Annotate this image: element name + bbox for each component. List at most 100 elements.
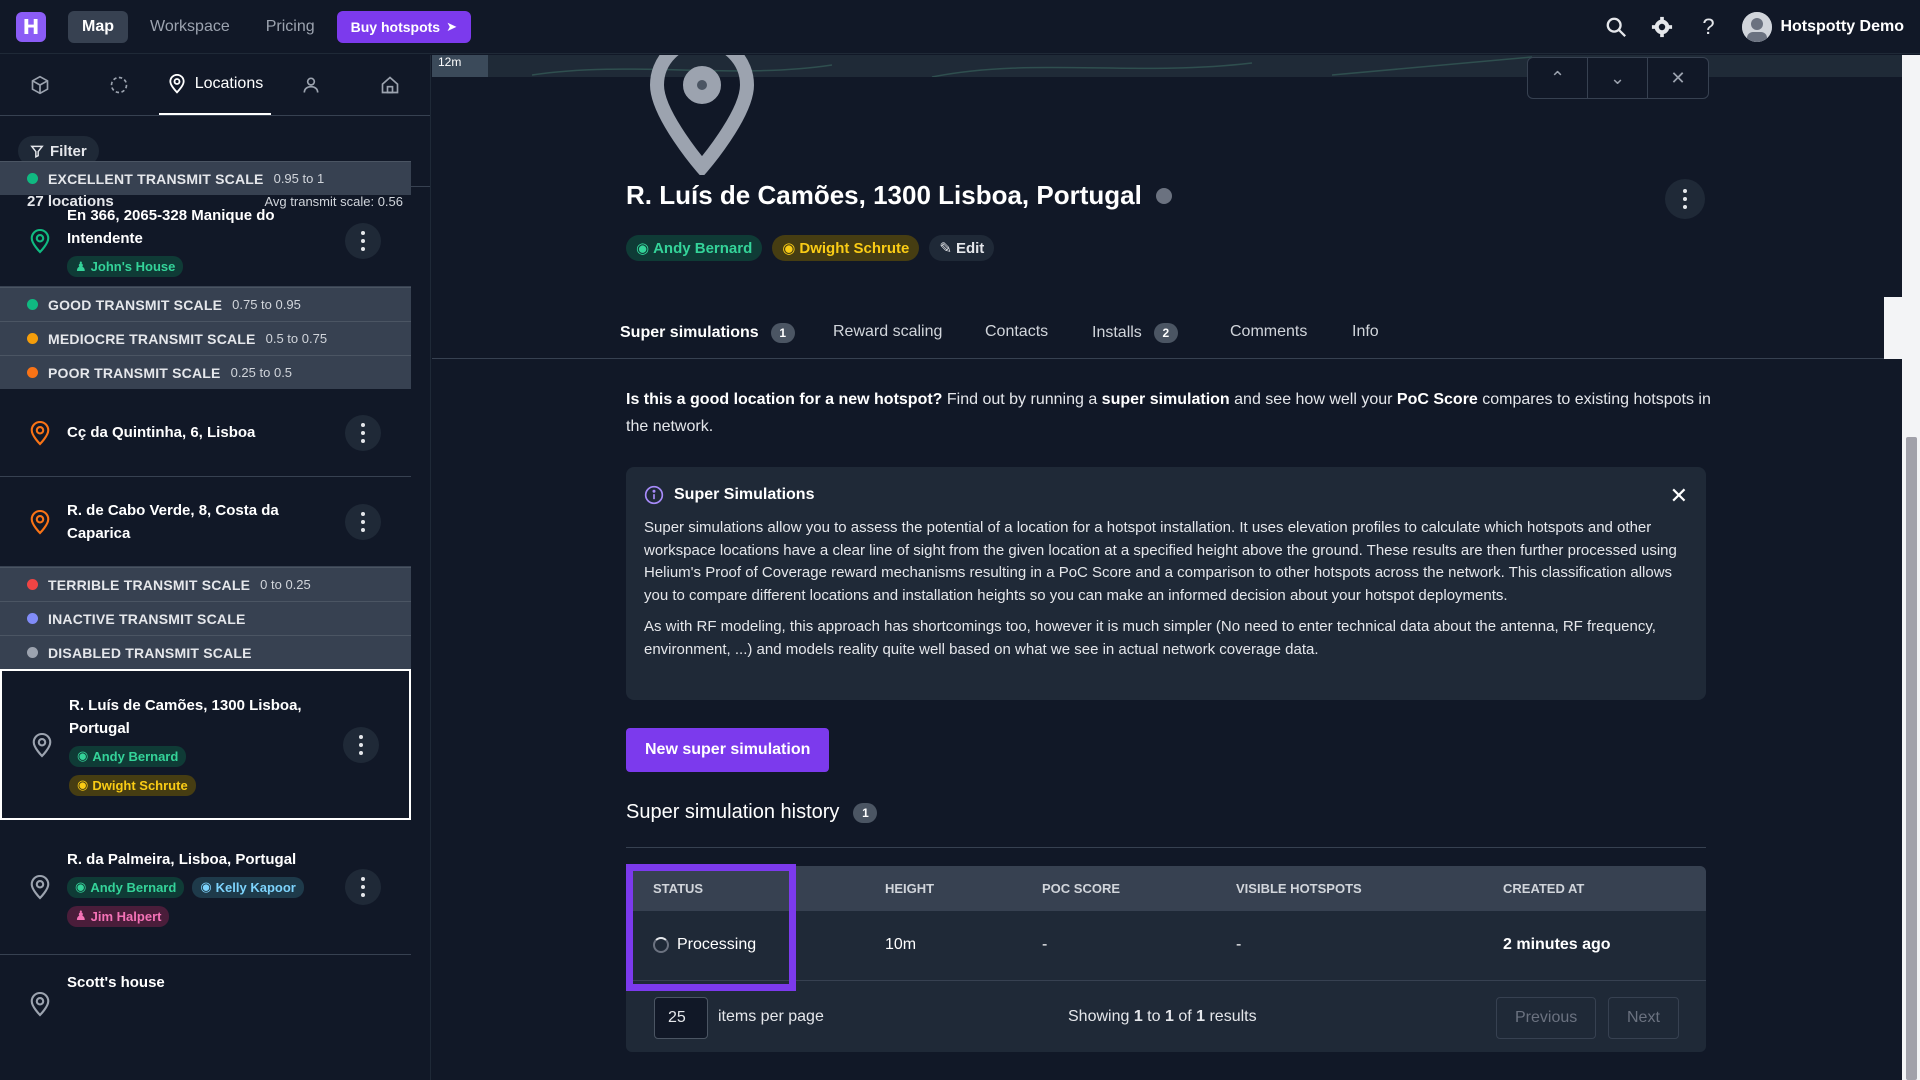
- intro-text-1: Find out by running a: [942, 391, 1102, 408]
- count-badge: 2: [1153, 323, 1178, 343]
- status-dot: [27, 579, 38, 590]
- tab-info[interactable]: Info: [1352, 323, 1379, 341]
- sidebar-tabs: Locations: [0, 55, 430, 116]
- info-title-text: Super Simulations: [674, 486, 815, 503]
- tab-comments[interactable]: Comments: [1230, 323, 1307, 341]
- chip-label: Jim Halpert: [90, 908, 162, 924]
- sidebar-tab-home[interactable]: [350, 55, 430, 115]
- user-icon: [303, 77, 319, 93]
- detail-navigation: ⌃ ⌄ ✕: [1527, 57, 1709, 99]
- nav-workspace[interactable]: Workspace: [136, 11, 244, 43]
- nav-map[interactable]: Map: [68, 10, 128, 43]
- header-height: HEIGHT: [885, 881, 935, 896]
- panel-scrollbar[interactable]: [1902, 55, 1920, 1080]
- kebab-icon: [361, 510, 365, 534]
- edit-button[interactable]: ✎ Edit: [929, 235, 995, 261]
- user-menu[interactable]: Hotspotty Demo: [1742, 11, 1904, 42]
- edit-label: Edit: [955, 239, 985, 257]
- location-options-button[interactable]: [1665, 179, 1705, 219]
- list-item[interactable]: En 366, 2065-328 Manique do Intendente ♟…: [0, 195, 411, 287]
- coin-icon: ◉: [200, 879, 212, 894]
- list-item-selected[interactable]: R. Luís de Camões, 1300 Lisboa, Portugal…: [0, 669, 411, 820]
- sidebar-tab-hotspots[interactable]: [0, 55, 80, 115]
- group-name: DISABLED TRANSMIT SCALE: [48, 644, 252, 661]
- owner-chip[interactable]: ◉ Andy Bernard: [67, 876, 185, 898]
- help-icon[interactable]: ?: [1696, 14, 1720, 39]
- location-title: R. Luís de Camões, 1300 Lisboa, Portugal: [626, 180, 1142, 210]
- list-item[interactable]: Cç da Quintinha, 6, Lisboa: [0, 389, 411, 477]
- sidebar-tab-coverage[interactable]: [80, 55, 160, 115]
- more-options-button[interactable]: [345, 503, 381, 540]
- history-title-text: Super simulation history: [626, 801, 840, 823]
- group-terrible[interactable]: TERRIBLE TRANSMIT SCALE 0 to 0.25: [0, 567, 411, 601]
- tabs-scrollbar[interactable]: [1884, 297, 1902, 359]
- location-title: En 366, 2065-328 Manique do Intendente: [67, 207, 275, 247]
- count-badge: 1: [853, 802, 878, 823]
- info-paragraph-2: As with RF modeling, this approach has s…: [644, 618, 1656, 658]
- host-chip[interactable]: ◉ Kelly Kapoor: [192, 876, 304, 898]
- group-disabled[interactable]: DISABLED TRANSMIT SCALE: [0, 635, 411, 669]
- host-chip[interactable]: ◉ Dwight Schrute: [772, 235, 920, 261]
- coin-icon: ◉: [636, 240, 650, 257]
- group-good[interactable]: GOOD TRANSMIT SCALE 0.75 to 0.95: [0, 287, 411, 321]
- location-pin-icon: [169, 74, 185, 94]
- previous-location-button[interactable]: ⌃: [1528, 58, 1588, 98]
- owner-chip[interactable]: ◉ Andy Bernard: [69, 745, 187, 767]
- items-per-page-input[interactable]: 25: [654, 997, 708, 1039]
- chip-label: John's House: [90, 259, 176, 274]
- group-poor[interactable]: POOR TRANSMIT SCALE 0.25 to 0.5: [0, 355, 411, 389]
- kebab-icon: [361, 229, 365, 253]
- previous-page-button[interactable]: Previous: [1496, 997, 1597, 1039]
- intro-bold-2: PoC Score: [1396, 391, 1478, 408]
- tab-label: Super simulations: [620, 324, 759, 341]
- next-location-button[interactable]: ⌄: [1588, 58, 1648, 98]
- more-options-button[interactable]: [345, 222, 381, 259]
- close-info-button[interactable]: ✕: [1670, 483, 1688, 509]
- items-per-page-label: items per page: [718, 1008, 824, 1025]
- tab-contacts[interactable]: Contacts: [985, 323, 1048, 341]
- location-detail-panel: 12m ⌃ ⌄ ✕ R. Luís de Camões, 1300 Lisboa…: [432, 55, 1920, 1080]
- buy-hotspots-button[interactable]: Buy hotspots ➤: [336, 10, 471, 43]
- detail-tabs: Super simulations 1 Reward scaling Conta…: [432, 305, 1920, 359]
- intro-question: Is this a good location for a new hotspo…: [626, 391, 943, 408]
- header-created-at: CREATED AT: [1503, 881, 1585, 896]
- showing-total: 1: [1196, 1008, 1206, 1025]
- showing-from: 1: [1133, 1008, 1143, 1025]
- sidebar-tab-locations[interactable]: Locations: [159, 55, 271, 115]
- owner-chip[interactable]: ◉ Andy Bernard: [626, 235, 763, 261]
- tab-reward-scaling[interactable]: Reward scaling: [833, 323, 942, 341]
- status-dot: [27, 647, 38, 658]
- close-panel-button[interactable]: ✕: [1648, 58, 1708, 98]
- new-super-simulation-button[interactable]: New super simulation: [626, 728, 830, 772]
- app-logo[interactable]: H: [16, 11, 46, 42]
- more-options-button[interactable]: [345, 414, 381, 451]
- showing-text-a: Showing: [1068, 1008, 1134, 1025]
- locations-list[interactable]: EXCELLENT TRANSMIT SCALE 0.95 to 1 En 36…: [0, 161, 411, 1025]
- list-item[interactable]: R. de Cabo Verde, 8, Costa da Caparica: [0, 477, 411, 567]
- next-page-button[interactable]: Next: [1608, 997, 1679, 1039]
- host-chip[interactable]: ◉ Dwight Schrute: [69, 774, 196, 796]
- group-excellent[interactable]: EXCELLENT TRANSMIT SCALE 0.95 to 1: [0, 161, 411, 195]
- contact-chip[interactable]: ♟ Jim Halpert: [67, 905, 170, 927]
- scrollbar-thumb[interactable]: [1906, 437, 1917, 1080]
- tab-installs[interactable]: Installs 2: [1092, 323, 1178, 343]
- search-icon[interactable]: [1604, 15, 1628, 39]
- tab-super-simulations[interactable]: Super simulations 1: [620, 323, 795, 343]
- info-icon: [644, 485, 664, 505]
- sidebar-tab-contacts[interactable]: [271, 55, 351, 115]
- group-mediocre[interactable]: MEDIOCRE TRANSMIT SCALE 0.5 to 0.75: [0, 321, 411, 355]
- home-icon: [381, 76, 399, 94]
- more-options-button[interactable]: [343, 726, 379, 763]
- contact-chip[interactable]: ♟ John's House: [67, 256, 184, 277]
- list-item[interactable]: R. da Palmeira, Lisboa, Portugal ◉ Andy B…: [0, 820, 411, 955]
- row-visible-hotspots: -: [1236, 936, 1242, 953]
- nav-pricing[interactable]: Pricing: [252, 11, 329, 43]
- group-inactive[interactable]: INACTIVE TRANSMIT SCALE: [0, 601, 411, 635]
- list-item[interactable]: Scott's house: [0, 955, 411, 1025]
- gear-icon[interactable]: [1650, 15, 1674, 39]
- row-created-at: 2 minutes ago: [1503, 936, 1611, 953]
- header-visible-hotspots: VISIBLE HOTSPOTS: [1236, 881, 1362, 896]
- location-title: R. Luís de Camões, 1300 Lisboa, Portugal: [69, 696, 302, 737]
- more-options-button[interactable]: [345, 869, 381, 905]
- group-range: 0.95 to 1: [273, 171, 325, 186]
